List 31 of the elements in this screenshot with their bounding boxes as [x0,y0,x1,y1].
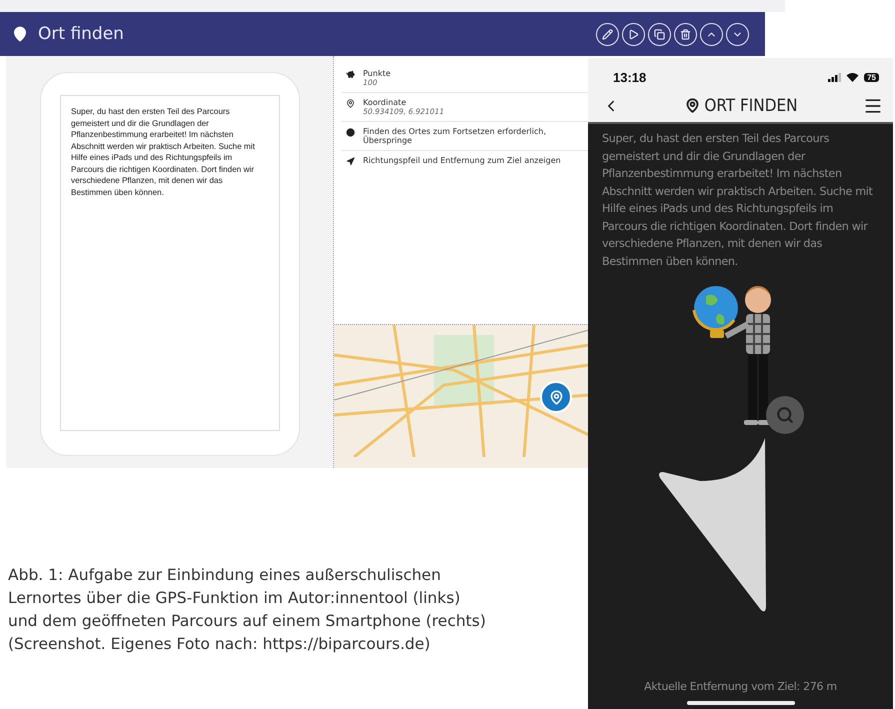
pencil-icon [602,28,613,40]
move-down-button[interactable] [726,22,749,46]
preview-text: Super, du hast den ersten Teil des Parcours gemeistert und dir die Grundlagen der Pflanzenbestimmung erarbeitet! Im nächsten Abschnitt werden wir praktisch Arbeiten. Suche mit Hilfe eines iPads und des Richtungspfeils im Parcours die richtigen Koordinaten. Dort finden wir verschiedene Pflanzen, mit denen wir das Bestimmen üben können. [71,106,256,198]
copy-icon [654,28,665,40]
piggy-bank-icon [346,70,355,79]
map-pin-icon [685,98,700,113]
property-label: Koordinate [363,98,408,107]
status-time: 13:18 [613,70,646,84]
delete-button[interactable] [674,22,697,46]
play-icon [628,28,639,40]
map-pin-icon [548,390,564,404]
trash-icon [680,28,691,40]
task-description: Super, du hast den ersten Teil des Parcours gemeistert und dir die Grundlagen der Pflanzenbestimmung erarbeitet! Im nächsten Abschnitt werden wir praktisch Arbeiten. Suche mit Hilfe eines iPads und des Richtungspfeils im Parcours die richtigen Koordinaten. Dort finden wir verschiedene Pflanzen, mit denen wir das Bestimmen üben können. [602,131,874,270]
edit-button[interactable] [596,22,619,46]
signal-icon [828,72,842,82]
property-label: Punkte [363,69,391,78]
distance-label: Aktuelle Entfernung vom Ziel: 276 m [644,680,837,693]
map-pin-icon [12,26,28,42]
property-label: Richtungspfeil und Entfernung zum Ziel anzeigen [363,156,561,165]
screen-title: ORT FINDEN [704,96,798,116]
move-up-button[interactable] [700,22,723,46]
wifi-icon [846,72,860,82]
copy-button[interactable] [648,22,671,46]
map-marker[interactable] [540,381,572,413]
play-button[interactable] [622,22,645,46]
figure-caption: Abb. 1: Aufgabe zur Einbindung eines außerschulischen Lernortes über die GPS-Funktion im Autor:innentool (links) und dem geöffneten Parcours auf einem Smartphone (rechts) (Screenshot. Eigenes Foto nach: https://biparcours.de) [8,565,487,655]
battery-indicator: 75 [864,72,879,82]
search-icon [776,406,794,424]
map-pin-icon [346,99,355,108]
editor-title: Ort finden [38,24,125,44]
property-label: Finden des Ortes zum Fortsetzen erforderlich, Überspringe [363,127,548,145]
